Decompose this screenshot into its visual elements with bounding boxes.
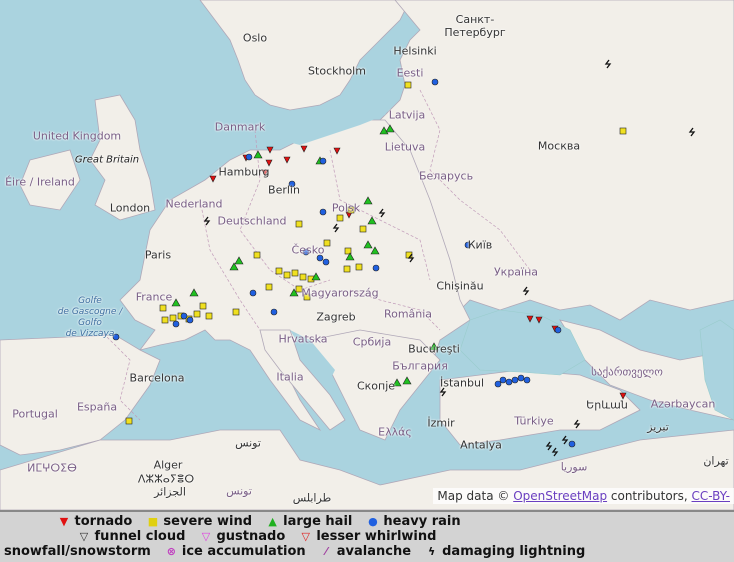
label-bucuresti: Bucureşti xyxy=(408,342,460,356)
label-cesko: Česko xyxy=(291,243,325,257)
label-magyar: Magyarország xyxy=(301,286,379,300)
label-alger-tifinagh: ⴷⵣⵣⴰⵢⴻⵔ xyxy=(137,472,195,486)
label-tounes: تونس xyxy=(226,484,252,498)
avalanche-icon: ⁄ xyxy=(325,545,328,558)
label-deutschland: Deutschland xyxy=(217,214,287,228)
label-antalya: Antalya xyxy=(460,438,502,452)
label-eire: Éire / Ireland xyxy=(5,175,75,189)
label-alger-arabic: الجزائر xyxy=(154,485,186,499)
label-helsinki: Helsinki xyxy=(393,44,437,58)
label-tunis: تونس xyxy=(235,436,261,450)
label-lietuva: Lietuva xyxy=(384,140,426,154)
label-golfe: Golfe de Gascogne / Golfo de Vizcaya xyxy=(57,296,123,339)
label-chisinau: Chișinău xyxy=(436,279,484,293)
funnel-cloud-icon: ▽ xyxy=(79,530,89,543)
legend-item-damaging-lightning: ϟ damaging lightning xyxy=(426,544,585,559)
label-tabriz: تبریز xyxy=(647,420,669,434)
label-uk: United Kingdom xyxy=(32,129,122,143)
legend-item-gustnado: ▽ gustnado xyxy=(201,529,286,544)
legend-item-heavy-rain: ● heavy rain xyxy=(368,514,461,529)
legend-row-1: ▼ tornado ■ severe wind ▲ large hail ● h… xyxy=(58,514,471,529)
label-izmir: İzmir xyxy=(427,416,455,430)
label-maroc: ⵍⵎⵖⵔⵉⴱ xyxy=(27,461,77,475)
legend-item-snowfall: snowfall/snowstorm xyxy=(4,544,151,559)
label-polska: Polsk xyxy=(331,201,361,215)
label-belarus: Беларусь xyxy=(418,169,474,183)
label-turkiye: Türkiye xyxy=(514,414,554,428)
label-tehran: تهران xyxy=(703,454,729,468)
legend: ▼ tornado ■ severe wind ▲ large hail ● h… xyxy=(0,510,734,562)
attribution-prefix: Map data © xyxy=(437,489,510,503)
label-azerbaycan: Azərbaycan xyxy=(650,397,716,411)
label-istanbul: İstanbul xyxy=(439,376,485,390)
large-hail-icon: ▲ xyxy=(268,515,277,528)
label-srbija: Србија xyxy=(352,335,392,349)
label-london: London xyxy=(109,201,151,215)
label-stockholm: Stockholm xyxy=(308,64,366,78)
label-hrvatska: Hrvatska xyxy=(278,332,328,346)
map-attribution: Map data © OpenStreetMap contributors, C… xyxy=(433,488,734,504)
label-zagreb: Zagreb xyxy=(316,310,356,324)
label-suria: سوريا xyxy=(560,460,588,474)
lesser-whirlwind-icon: ▽ xyxy=(301,530,311,543)
legend-item-severe-wind: ■ severe wind xyxy=(147,514,253,529)
label-skopje: Скопје xyxy=(356,379,396,393)
label-gb: Great Britain xyxy=(74,154,140,166)
label-balgaria: България xyxy=(392,359,448,373)
label-berlin: Berlin xyxy=(268,183,300,197)
map-view[interactable]: Oslo Stockholm Helsinki Санкт-Петербург … xyxy=(0,0,734,510)
tornado-icon: ▼ xyxy=(59,515,69,528)
label-moskva: Москва xyxy=(537,139,581,153)
label-hamburg: Hamburg xyxy=(218,165,270,179)
map-base xyxy=(0,0,734,510)
legend-item-lesser-whirlwind: ▽ lesser whirlwind xyxy=(301,529,437,544)
severe-wind-icon: ■ xyxy=(147,515,159,528)
legend-row-3: snowfall/snowstorm ⊗ ice accumulation ⁄ … xyxy=(4,544,595,559)
label-portugal: Portugal xyxy=(12,407,58,421)
label-paris: Paris xyxy=(144,248,172,262)
label-yerevan: Երևան xyxy=(586,398,628,412)
label-romania: România xyxy=(383,307,433,321)
label-barcelona: Barcelona xyxy=(129,371,185,385)
license-link[interactable]: CC-BY- xyxy=(692,489,730,503)
attribution-middle: contributors, xyxy=(610,489,688,503)
label-eesti: Eesti xyxy=(396,66,424,80)
legend-item-funnel-cloud: ▽ funnel cloud xyxy=(79,529,186,544)
ice-accumulation-icon: ⊗ xyxy=(166,545,176,558)
label-ellas: Ελλάς xyxy=(378,425,412,439)
heavy-rain-icon: ● xyxy=(368,515,378,528)
label-nederland: Nederland xyxy=(165,197,223,211)
label-georgia: საქართველო xyxy=(591,365,663,379)
legend-item-ice-accumulation: ⊗ ice accumulation xyxy=(166,544,306,559)
label-spb: Санкт-Петербург xyxy=(444,13,506,39)
label-france: France xyxy=(135,290,173,304)
osm-link[interactable]: OpenStreetMap xyxy=(513,489,607,503)
lightning-icon: ϟ xyxy=(427,545,436,558)
label-tarabulus: طرابلس xyxy=(292,491,332,505)
label-latvija: Latvija xyxy=(388,108,426,122)
label-alger: Alger xyxy=(153,458,183,472)
legend-item-large-hail: ▲ large hail xyxy=(268,514,353,529)
label-oslo: Oslo xyxy=(242,31,268,45)
label-ukraina: Україна xyxy=(493,265,539,279)
gustnado-icon: ▽ xyxy=(201,530,211,543)
legend-item-avalanche: ⁄ avalanche xyxy=(320,544,411,559)
label-italia: Italia xyxy=(276,370,304,384)
legend-item-tornado: ▼ tornado xyxy=(59,514,133,529)
label-kyiv: Київ xyxy=(467,238,493,252)
label-espana: España xyxy=(76,400,118,414)
label-danmark: Danmark xyxy=(214,120,266,134)
legend-row-2: ▽ funnel cloud ▽ gustnado ▽ lesser whirl… xyxy=(78,529,446,544)
